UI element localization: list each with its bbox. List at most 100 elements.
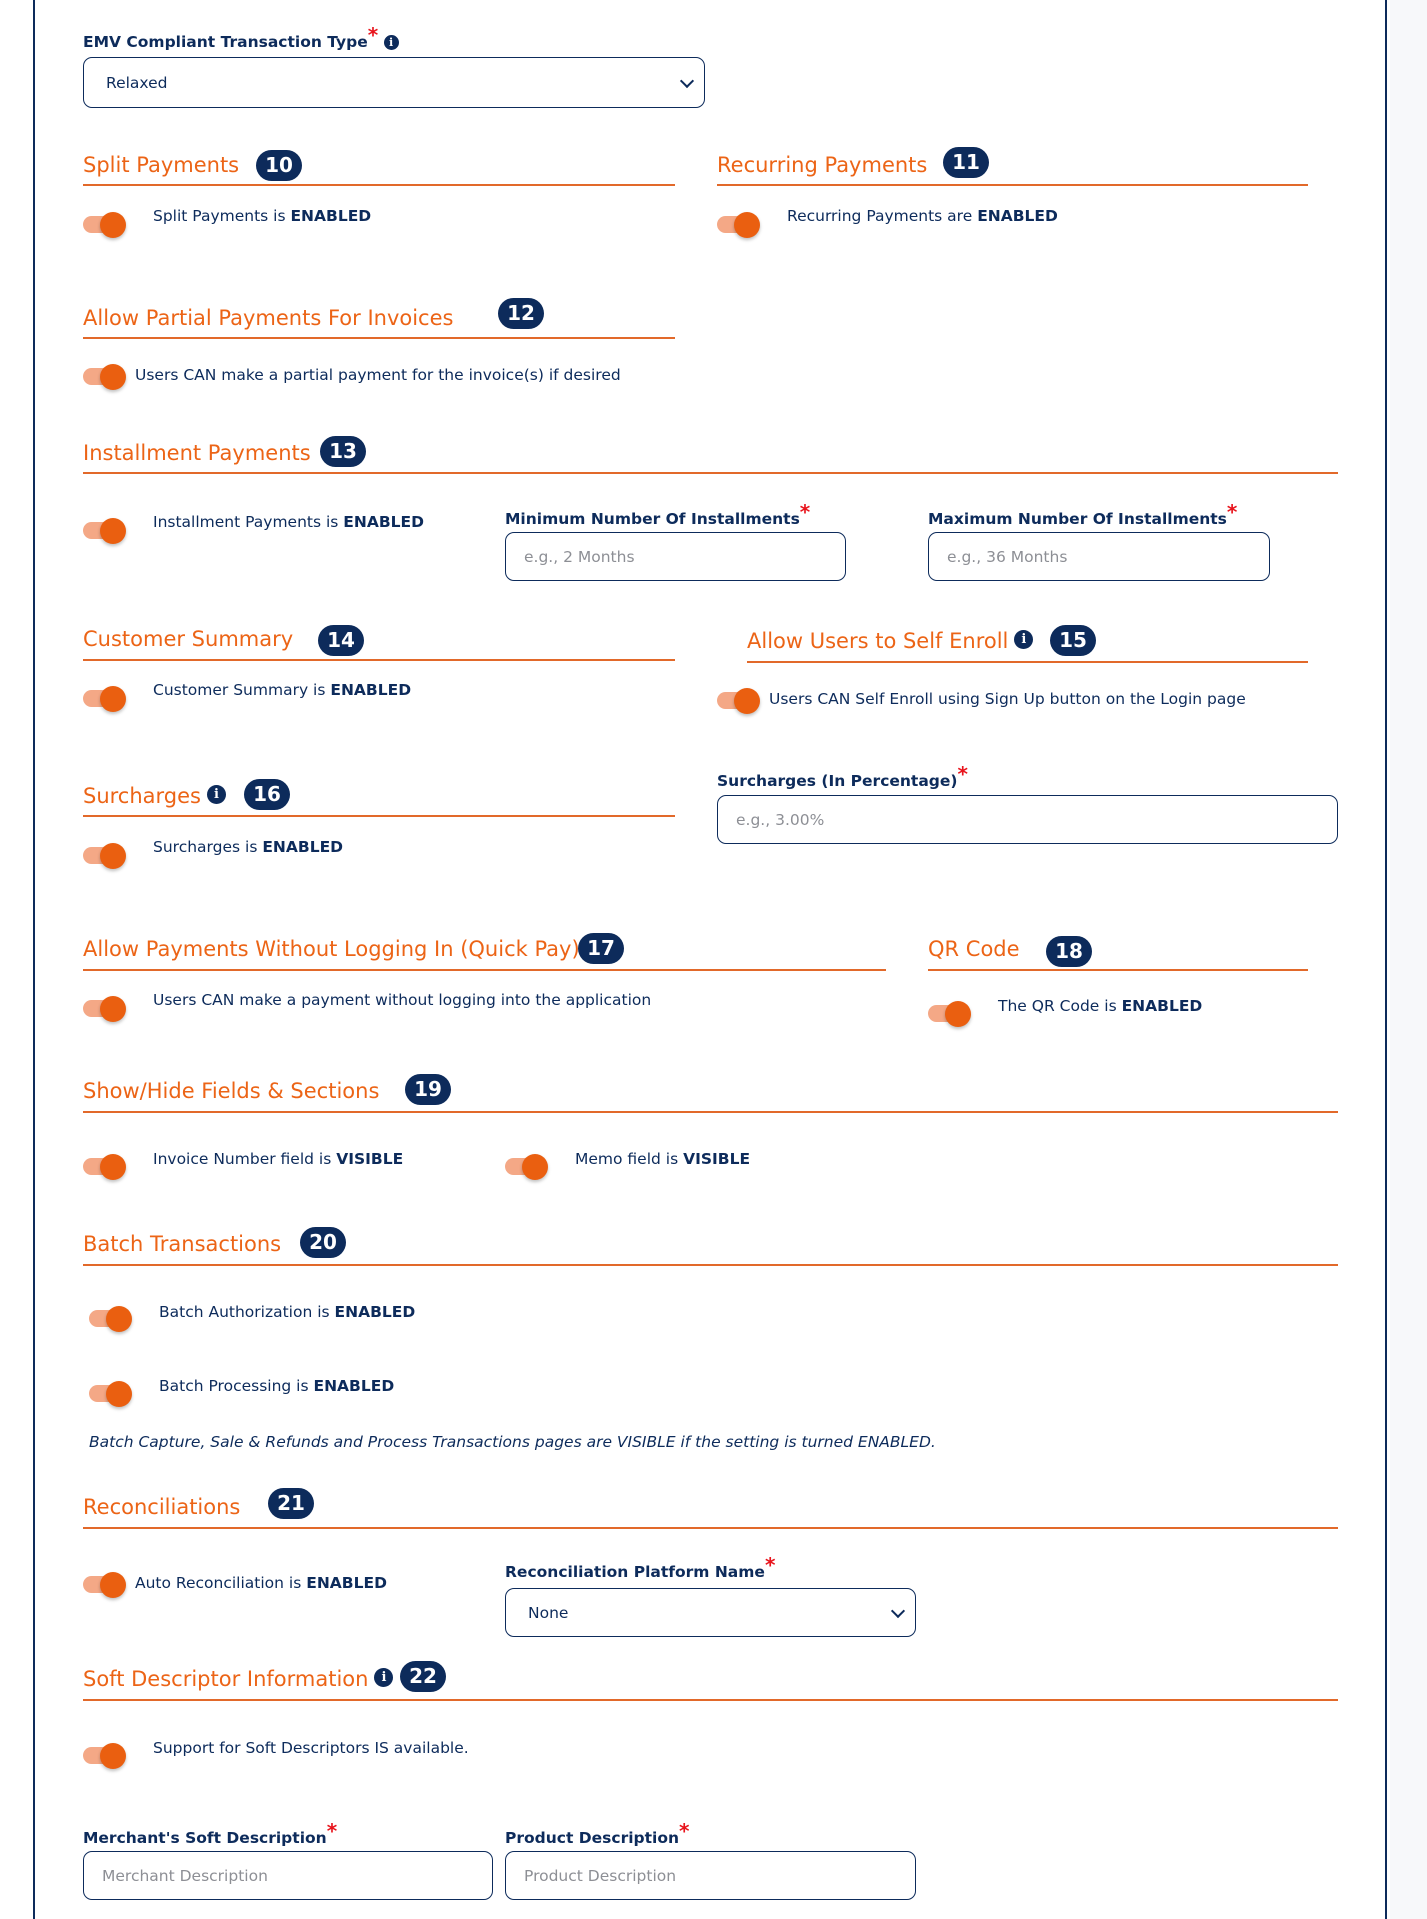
section-title-qr-code: QR Code [928, 937, 1020, 961]
toggle-knob [100, 212, 126, 238]
batch-authorization-toggle[interactable] [89, 1304, 133, 1332]
toggle-knob [945, 1001, 971, 1027]
split-payments-toggle[interactable] [83, 210, 127, 238]
product-description-input[interactable]: Product Description [505, 1851, 916, 1900]
input-placeholder: Merchant Description [102, 1866, 268, 1885]
toggle-knob [100, 996, 126, 1022]
section-title-show-hide: Show/Hide Fields & Sections [83, 1079, 380, 1103]
partial-payments-status: Users CAN make a partial payment for the… [135, 366, 621, 384]
memo-visibility-toggle[interactable] [505, 1152, 549, 1180]
emv-transaction-type-label: EMV Compliant Transaction Type* i [83, 23, 399, 52]
status-text: Recurring Payments are [787, 207, 978, 225]
label-text: Reconciliation Platform Name [505, 1563, 765, 1581]
surcharge-percentage-input[interactable]: e.g., 3.00% [717, 795, 1338, 844]
status-state: ENABLED [343, 513, 424, 531]
quick-pay-toggle[interactable] [83, 994, 127, 1022]
section-divider [83, 337, 675, 339]
status-text: The QR Code is [998, 997, 1122, 1015]
title-text: Soft Descriptor Information [83, 1667, 369, 1691]
section-title-soft-descriptor: Soft Descriptor Information i [83, 1667, 394, 1691]
memo-visibility-status: Memo field is VISIBLE [575, 1150, 750, 1168]
section-title-installment-payments: Installment Payments [83, 441, 311, 465]
surcharges-toggle[interactable] [83, 841, 127, 869]
split-payments-status: Split Payments is ENABLED [153, 207, 371, 225]
recurring-payments-toggle[interactable] [717, 210, 761, 238]
installment-payments-status: Installment Payments is ENABLED [153, 513, 424, 531]
partial-payments-toggle[interactable] [83, 362, 127, 390]
qr-code-toggle[interactable] [928, 999, 972, 1027]
section-title-surcharges: Surcharges i [83, 784, 226, 808]
section-title-split-payments: Split Payments [83, 153, 240, 177]
section-divider [83, 1264, 1338, 1266]
status-text: Customer Summary is [153, 681, 331, 699]
title-text: Allow Users to Self Enroll [747, 629, 1009, 653]
recurring-payments-status: Recurring Payments are ENABLED [787, 207, 1058, 225]
toggle-knob [734, 688, 760, 714]
status-text: Batch Authorization is [159, 1303, 335, 1321]
soft-descriptor-toggle[interactable] [83, 1741, 127, 1769]
toggle-knob [100, 1154, 126, 1180]
status-state: VISIBLE [336, 1150, 404, 1168]
emv-label-text: EMV Compliant Transaction Type [83, 33, 368, 51]
surcharges-status: Surcharges is ENABLED [153, 838, 343, 856]
status-state: ENABLED [330, 681, 412, 699]
section-divider [83, 659, 675, 661]
step-badge: 14 [318, 625, 364, 656]
section-title-quick-pay: Allow Payments Without Logging In (Quick… [83, 937, 580, 961]
section-title-customer-summary: Customer Summary [83, 627, 294, 651]
required-asterisk: * [367, 23, 379, 47]
max-installments-input[interactable]: e.g., 36 Months [928, 532, 1270, 581]
toggle-knob [100, 843, 126, 869]
emv-transaction-type-select[interactable]: Relaxed [83, 57, 705, 108]
batch-note: Batch Capture, Sale & Refunds and Proces… [89, 1433, 936, 1451]
self-enroll-status: Users CAN Self Enroll using Sign Up butt… [769, 690, 1246, 708]
section-divider [83, 1111, 1338, 1113]
required-asterisk: * [326, 1819, 338, 1843]
step-badge: 12 [498, 298, 544, 329]
min-installments-input[interactable]: e.g., 2 Months [505, 532, 846, 581]
product-description-label: Product Description* [505, 1819, 690, 1848]
status-text: Auto Reconciliation is [135, 1574, 307, 1592]
status-state: ENABLED [977, 207, 1058, 225]
input-placeholder: e.g., 36 Months [947, 547, 1068, 566]
batch-processing-toggle[interactable] [89, 1379, 133, 1407]
step-badge: 13 [320, 436, 366, 467]
section-title-batch-transactions: Batch Transactions [83, 1232, 282, 1256]
section-title-recurring-payments: Recurring Payments [717, 153, 928, 177]
status-state: ENABLED [313, 1377, 395, 1395]
auto-reconciliation-toggle[interactable] [83, 1570, 127, 1598]
required-asterisk: * [957, 762, 968, 786]
info-icon[interactable]: i [1014, 629, 1034, 649]
info-icon[interactable]: i [374, 1667, 394, 1687]
surcharge-percentage-label: Surcharges (In Percentage)* [717, 762, 968, 791]
section-divider [747, 661, 1308, 663]
status-state: VISIBLE [683, 1150, 751, 1168]
step-badge: 19 [405, 1074, 451, 1105]
reconciliation-platform-select[interactable]: None [505, 1588, 916, 1637]
toggle-knob [100, 1743, 126, 1769]
toggle-knob [106, 1306, 132, 1332]
merchant-soft-description-input[interactable]: Merchant Description [83, 1851, 493, 1900]
section-title-reconciliations: Reconciliations [83, 1495, 241, 1519]
title-text: Surcharges [83, 784, 201, 808]
self-enroll-toggle[interactable] [717, 686, 761, 714]
invoice-number-visibility-toggle[interactable] [83, 1152, 127, 1180]
page-gutter [1390, 0, 1427, 1919]
installment-payments-toggle[interactable] [83, 516, 127, 544]
status-state: ENABLED [334, 1303, 416, 1321]
step-badge: 22 [400, 1661, 446, 1692]
required-asterisk: * [764, 1553, 776, 1577]
toggle-knob [734, 212, 760, 238]
status-text: Installment Payments is [153, 513, 344, 531]
info-icon[interactable]: i [207, 784, 226, 804]
chevron-down-icon [679, 73, 695, 88]
status-state: ENABLED [1121, 997, 1203, 1015]
info-icon[interactable]: i [383, 35, 399, 50]
label-text: Maximum Number Of Installments [928, 510, 1227, 528]
merchant-soft-description-label: Merchant's Soft Description* [83, 1819, 337, 1848]
step-badge: 18 [1046, 936, 1092, 967]
step-badge: 17 [578, 933, 624, 964]
input-placeholder: e.g., 2 Months [524, 547, 635, 566]
customer-summary-toggle[interactable] [83, 684, 127, 712]
step-badge: 20 [300, 1227, 346, 1258]
